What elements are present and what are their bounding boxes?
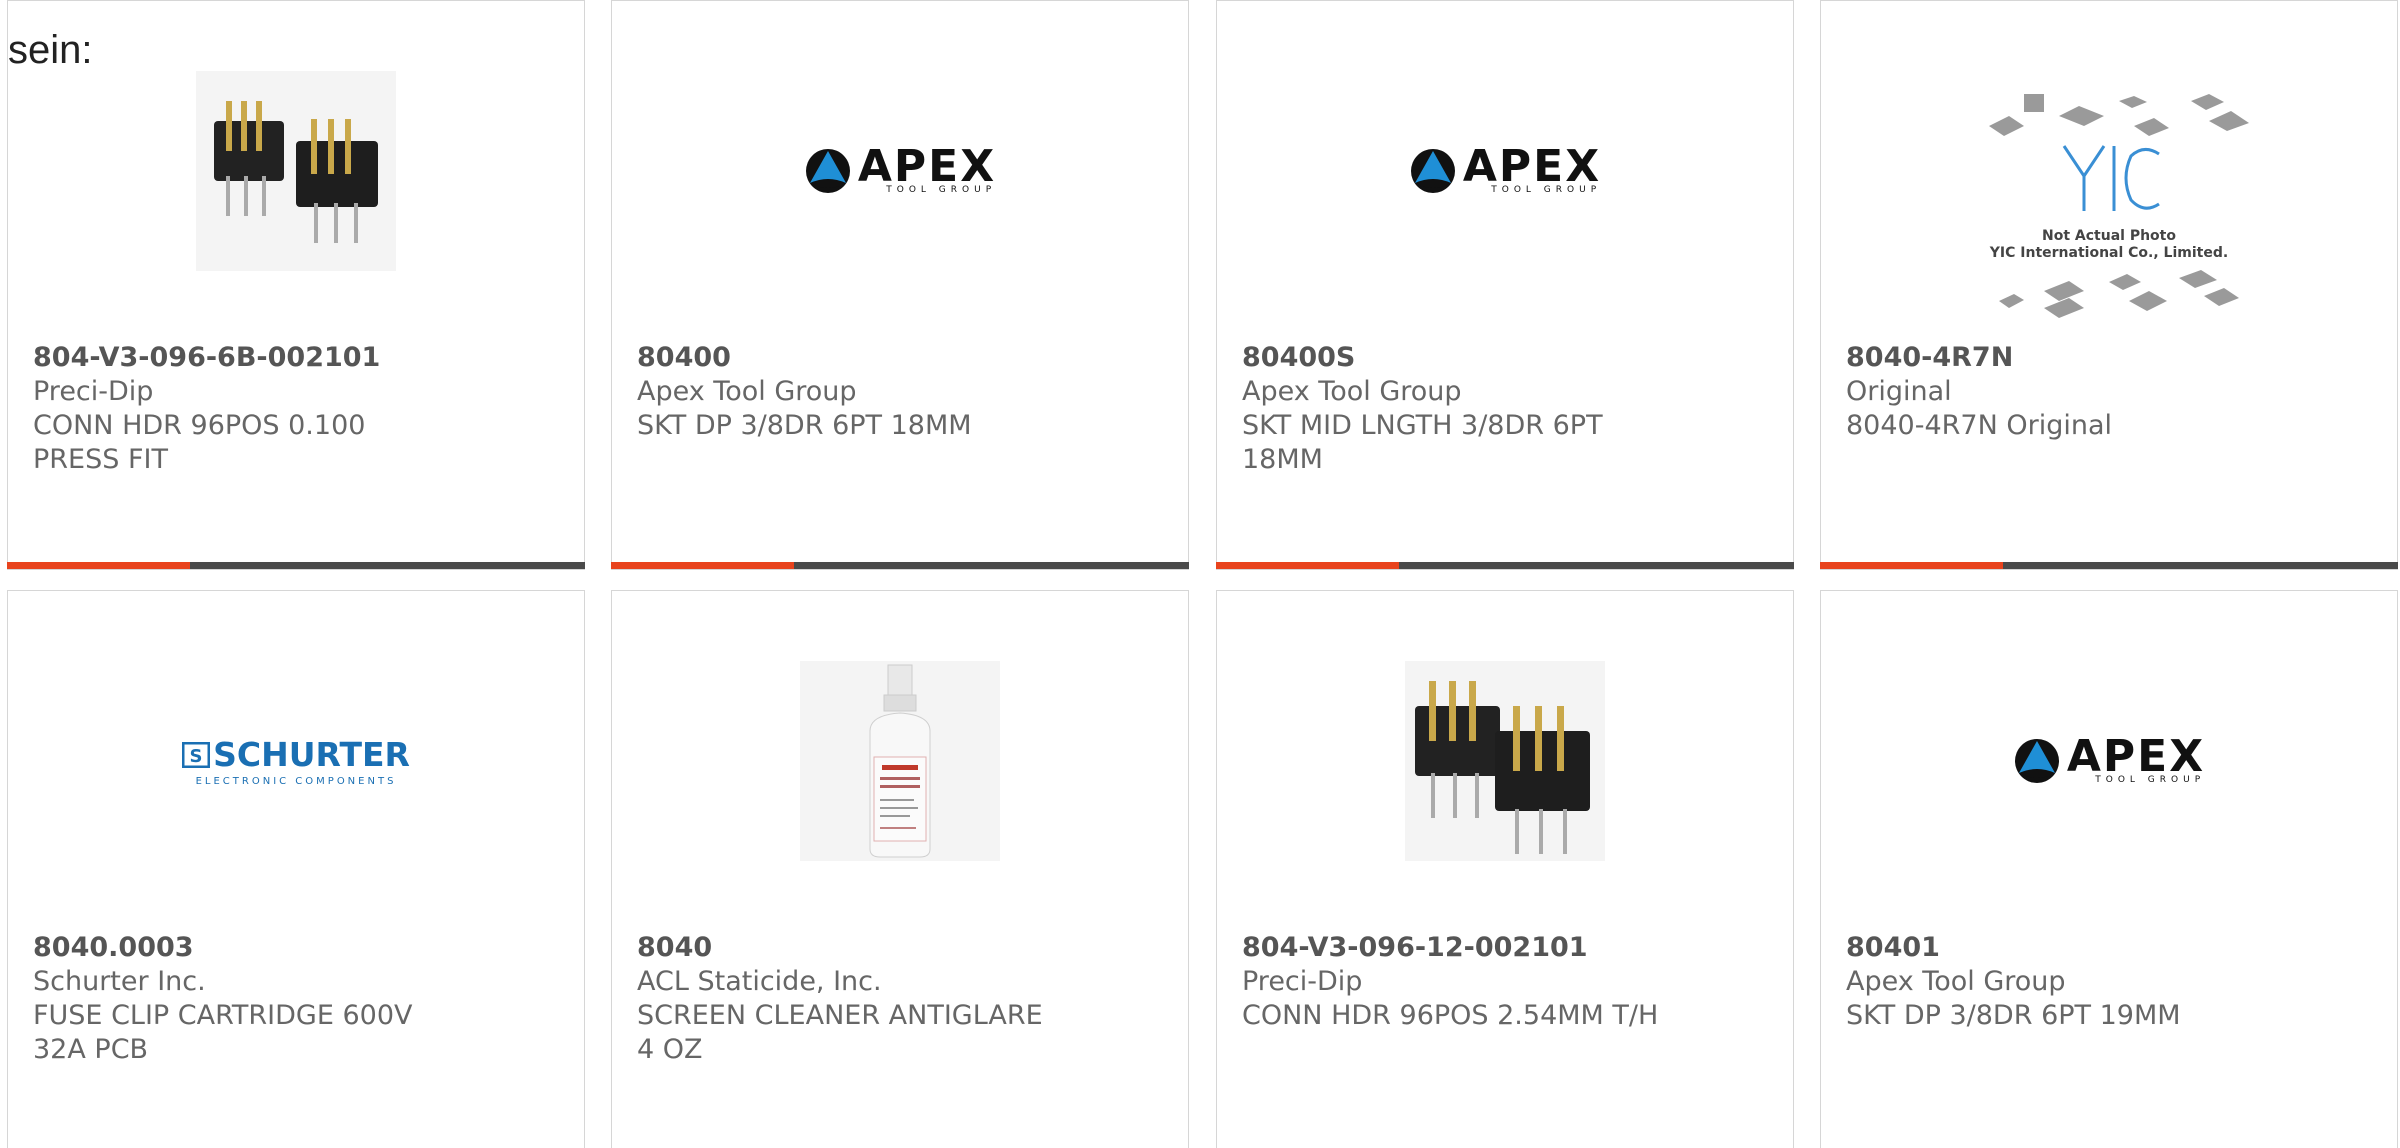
product-image[interactable] — [800, 661, 1000, 861]
product-image[interactable] — [196, 71, 396, 271]
logo-text: SCHURTER — [213, 735, 410, 774]
description: SKT MID LNGTH 3/8DR 6PT 18MM — [1242, 410, 1603, 475]
part-number[interactable]: 8040.0003 — [33, 931, 453, 965]
apex-logo-icon: APEX TOOL GROUP — [2013, 731, 2206, 785]
card-accent — [7, 562, 190, 569]
description: 8040-4R7N Original — [1846, 410, 2113, 441]
description: SCREEN CLEANER ANTIGLARE 4 OZ — [637, 1000, 1043, 1065]
product-image[interactable]: APEX TOOL GROUP — [1405, 71, 1605, 271]
product-image[interactable] — [1405, 661, 1605, 861]
svg-text:S: S — [190, 746, 203, 767]
part-number[interactable]: 8040-4R7N — [1846, 341, 2266, 375]
logo-subtext: ELECTRONIC COMPONENTS — [195, 776, 397, 787]
logo-text: APEX — [857, 141, 997, 192]
description: CONN HDR 96POS 2.54MM T/H — [1242, 1000, 1659, 1031]
card-bottom-bar — [611, 562, 1189, 569]
product-info: 80401 Apex Tool Group SKT DP 3/8DR 6PT 1… — [1846, 931, 2266, 1033]
manufacturer: Apex Tool Group — [1846, 966, 2066, 997]
schurter-logo-icon: S SCHURTER ELECTRONIC COMPONENTS — [182, 735, 410, 787]
connector-header-icon — [196, 71, 396, 271]
part-number[interactable]: 8040 — [637, 931, 1057, 965]
product-card[interactable]: 804-V3-096-12-002101 Preci-Dip CONN HDR … — [1216, 590, 1794, 1148]
yic-placeholder-icon: Not Actual Photo YIC International Co., … — [1969, 86, 2249, 326]
product-info: 80400 Apex Tool Group SKT DP 3/8DR 6PT 1… — [637, 341, 1057, 443]
part-number[interactable]: 804-V3-096-12-002101 — [1242, 931, 1662, 965]
manufacturer: Apex Tool Group — [637, 376, 857, 407]
manufacturer: Schurter Inc. — [33, 966, 206, 997]
card-bottom-bar — [7, 562, 585, 569]
card-bottom-bar — [1820, 562, 2398, 569]
logo-text: APEX — [1462, 141, 1602, 192]
product-info: 8040 ACL Staticide, Inc. SCREEN CLEANER … — [637, 931, 1057, 1067]
product-card[interactable]: 804-V3-096-6B-002101 Preci-Dip CONN HDR … — [7, 0, 585, 570]
product-card[interactable]: S SCHURTER ELECTRONIC COMPONENTS 8040.00… — [7, 590, 585, 1148]
intro-text: sein: — [8, 28, 93, 72]
part-number[interactable]: 804-V3-096-6B-002101 — [33, 341, 453, 375]
product-info: 804-V3-096-12-002101 Preci-Dip CONN HDR … — [1242, 931, 1662, 1033]
product-card[interactable]: APEX TOOL GROUP 80400 Apex Tool Group SK… — [611, 0, 1189, 570]
product-image[interactable]: APEX TOOL GROUP — [2009, 661, 2209, 861]
manufacturer: Original — [1846, 376, 1952, 407]
description: SKT DP 3/8DR 6PT 18MM — [637, 410, 972, 441]
product-info: 8040-4R7N Original 8040-4R7N Original — [1846, 341, 2266, 443]
logo-text: APEX — [2066, 731, 2206, 782]
product-card[interactable]: APEX TOOL GROUP 80401 Apex Tool Group SK… — [1820, 590, 2398, 1148]
apex-logo-icon: APEX TOOL GROUP — [1409, 141, 1602, 195]
spray-bottle-icon — [800, 661, 1000, 861]
product-image[interactable]: APEX TOOL GROUP — [800, 71, 1000, 271]
part-number[interactable]: 80400 — [637, 341, 1057, 375]
manufacturer: Preci-Dip — [33, 376, 154, 407]
card-bottom-bar — [1216, 562, 1794, 569]
product-info: 80400S Apex Tool Group SKT MID LNGTH 3/8… — [1242, 341, 1662, 477]
product-card[interactable]: Not Actual Photo YIC International Co., … — [1820, 0, 2398, 570]
product-grid-page: sein: 804-V3-096-6B-002101 Preci-Dip CON… — [0, 0, 2400, 1148]
description: SKT DP 3/8DR 6PT 19MM — [1846, 1000, 2181, 1031]
apex-logo-icon: APEX TOOL GROUP — [804, 141, 997, 195]
yic-caption-line1: Not Actual Photo — [2042, 228, 2176, 244]
product-info: 804-V3-096-6B-002101 Preci-Dip CONN HDR … — [33, 341, 453, 477]
card-accent — [1820, 562, 2003, 569]
part-number[interactable]: 80401 — [1846, 931, 2266, 965]
part-number[interactable]: 80400S — [1242, 341, 1662, 375]
product-image[interactable]: Not Actual Photo YIC International Co., … — [1969, 86, 2249, 326]
connector-header-icon — [1405, 661, 1605, 861]
manufacturer: Apex Tool Group — [1242, 376, 1462, 407]
product-image[interactable]: S SCHURTER ELECTRONIC COMPONENTS — [182, 661, 410, 861]
description: FUSE CLIP CARTRIDGE 600V 32A PCB — [33, 1000, 413, 1065]
product-card[interactable]: APEX TOOL GROUP 80400S Apex Tool Group S… — [1216, 0, 1794, 570]
manufacturer: Preci-Dip — [1242, 966, 1363, 997]
product-info: 8040.0003 Schurter Inc. FUSE CLIP CARTRI… — [33, 931, 453, 1067]
card-accent — [611, 562, 794, 569]
product-card[interactable]: 8040 ACL Staticide, Inc. SCREEN CLEANER … — [611, 590, 1189, 1148]
yic-caption-line2: YIC International Co., Limited. — [1989, 245, 2229, 261]
manufacturer: ACL Staticide, Inc. — [637, 966, 882, 997]
card-accent — [1216, 562, 1399, 569]
description: CONN HDR 96POS 0.100 PRESS FIT — [33, 410, 366, 475]
